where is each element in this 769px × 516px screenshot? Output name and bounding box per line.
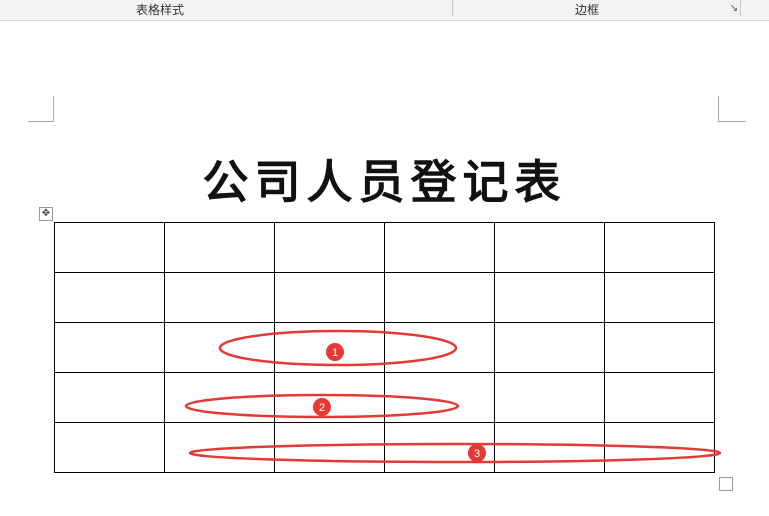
annotation-overlay: 1 2 3 xyxy=(184,329,722,464)
annotation-marker: 1 xyxy=(326,343,344,361)
annotation-marker: 3 xyxy=(468,444,486,462)
annotation-marker: 2 xyxy=(313,398,331,416)
annotation-ellipse xyxy=(188,442,722,464)
annotation-marker-label: 2 xyxy=(319,402,325,414)
annotation-marker-label: 3 xyxy=(474,448,480,460)
annotation-marker-label: 1 xyxy=(332,347,338,359)
